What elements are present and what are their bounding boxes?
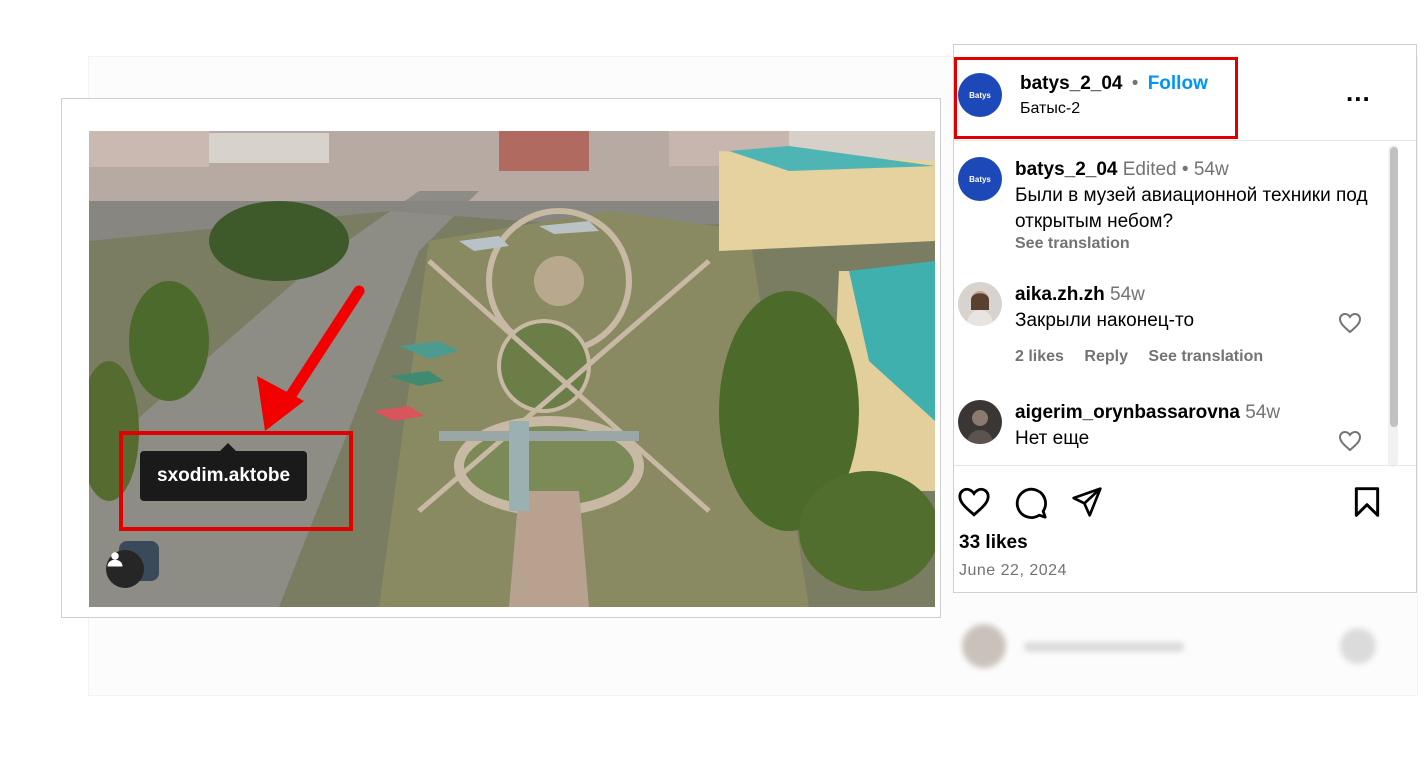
commenter-avatar[interactable] xyxy=(958,400,1002,444)
avatar-text: Batys xyxy=(969,90,991,100)
caption-see-translation[interactable]: See translation xyxy=(1015,235,1385,253)
post-media-panel: sxodim.aktobe xyxy=(61,98,941,618)
follow-button[interactable]: Follow xyxy=(1148,73,1208,94)
post-header: Batys batys_2_04 • Follow Батыс-2 ... xyxy=(954,45,1416,141)
author-avatar[interactable]: Batys xyxy=(958,73,1002,117)
comment-likes-count[interactable]: 2 likes xyxy=(1015,348,1064,365)
comment-username[interactable]: aigerim_orynbassarovna xyxy=(1015,402,1240,423)
comment-username[interactable]: aika.zh.zh xyxy=(1015,284,1105,305)
caption-text: Были в музей авиационной техники под отк… xyxy=(1015,185,1368,232)
comments-scrollbar-thumb[interactable] xyxy=(1390,147,1398,427)
comment-like-button[interactable] xyxy=(1338,312,1362,339)
post-date: June 22, 2024 xyxy=(959,562,1067,579)
speech-bubble-icon xyxy=(1015,487,1047,519)
like-button[interactable] xyxy=(957,486,991,523)
post-actions: 33 likes June 22, 2024 xyxy=(954,465,1416,593)
comment-see-translation[interactable]: See translation xyxy=(1148,348,1263,365)
heart-icon xyxy=(1338,430,1362,452)
heart-icon xyxy=(958,487,990,517)
bookmark-icon xyxy=(1354,487,1380,517)
comment-time: 54w xyxy=(1245,402,1281,423)
more-options-button[interactable]: ... xyxy=(1346,77,1371,108)
comment-time: 54w xyxy=(1110,284,1145,305)
comment-reply-button[interactable]: Reply xyxy=(1084,348,1128,365)
avatar-photo xyxy=(958,400,1002,444)
blurred-button xyxy=(1340,628,1376,664)
commenter-avatar[interactable] xyxy=(958,282,1002,326)
post-details-panel: Batys batys_2_04 • Follow Батыс-2 ... Ba… xyxy=(953,44,1417,593)
comment-button[interactable] xyxy=(1014,486,1048,525)
comment-like-button[interactable] xyxy=(1338,430,1362,457)
post-location[interactable]: Батыс-2 xyxy=(1020,100,1080,118)
comment-text: Закрыли наконец-то xyxy=(1015,310,1195,331)
comments-list[interactable]: Batys batys_2_04 Edited • 54w Были в муз… xyxy=(954,141,1386,465)
author-username[interactable]: batys_2_04 xyxy=(1020,73,1122,94)
blurred-avatar xyxy=(962,624,1006,668)
caption-avatar[interactable]: Batys xyxy=(958,157,1002,201)
caption-meta: Edited • 54w xyxy=(1122,159,1229,180)
blurred-input xyxy=(1024,642,1184,652)
post-photo[interactable]: sxodim.aktobe xyxy=(89,131,935,607)
heart-icon xyxy=(1338,312,1362,334)
caption-username[interactable]: batys_2_04 xyxy=(1015,159,1117,180)
share-button[interactable] xyxy=(1070,486,1104,523)
save-button[interactable] xyxy=(1352,486,1382,523)
paper-plane-icon xyxy=(1072,487,1102,517)
tagged-users-button[interactable] xyxy=(106,550,144,588)
user-tag-label[interactable]: sxodim.aktobe xyxy=(140,443,308,501)
avatar-text: Batys xyxy=(969,174,991,184)
avatar-photo xyxy=(958,282,1002,326)
user-icon xyxy=(107,552,123,567)
header-separator: • xyxy=(1131,73,1139,94)
aerial-photo-illustration xyxy=(89,131,935,607)
post-likes-count[interactable]: 33 likes xyxy=(959,532,1028,554)
blurred-comment-bar xyxy=(962,624,1392,670)
comment-text: Нет еще xyxy=(1015,428,1090,449)
